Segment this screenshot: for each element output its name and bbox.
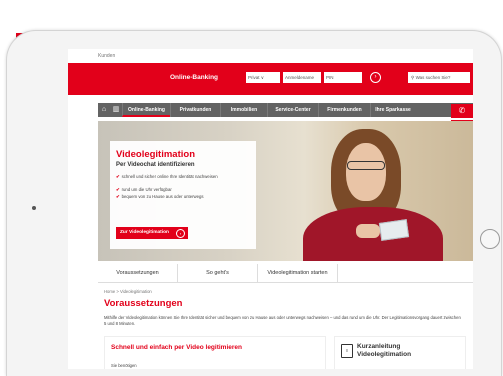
tab-voraussetzungen[interactable]: Voraussetzungen bbox=[98, 264, 178, 282]
header-bar: Online-Banking Privat ∨ Anmeldename PIN … bbox=[68, 63, 473, 95]
tablet-screen: Kunden Online-Banking Privat ∨ Anmeldena… bbox=[68, 49, 473, 369]
search-placeholder: Was suchen Sie? bbox=[415, 75, 451, 80]
hero-title: Videolegitimation bbox=[116, 149, 196, 160]
card-subtitle: Sie benötigen bbox=[111, 363, 137, 368]
top-strip: Kunden bbox=[68, 49, 473, 63]
hero-bullet: ✔ schnell und sicher online Ihre Identitä… bbox=[116, 174, 218, 179]
login-button[interactable]: › bbox=[370, 72, 381, 83]
online-banking-label: Online-Banking bbox=[170, 74, 219, 81]
grid-menu-icon[interactable]: ▥ bbox=[111, 103, 121, 117]
pin-input[interactable]: PIN bbox=[324, 72, 362, 83]
tab-so-gehts[interactable]: So geht's bbox=[178, 264, 258, 282]
guide-title-line1: Kurzanleitung bbox=[357, 343, 401, 350]
videolegitimation-cta-button[interactable]: Zur Videolegitimation › bbox=[116, 227, 188, 239]
tablet-home-button[interactable] bbox=[480, 229, 500, 249]
hero-subtitle: Per Videochat identifizieren bbox=[116, 162, 195, 168]
hero-banner: Videolegitimation Per Videochat identifi… bbox=[98, 121, 473, 261]
nav-item-firmenkunden[interactable]: Firmenkunden bbox=[318, 103, 370, 117]
main-nav: ⌂ ▥ Online-Banking Privatkunden Immobili… bbox=[98, 103, 473, 117]
card-title: Schnell und einfach per Video legitimier… bbox=[111, 344, 242, 351]
hero-bullet: ✔ bequem von zu Hause aus oder unterwegs bbox=[116, 194, 204, 199]
section-title: Voraussetzungen bbox=[104, 298, 183, 309]
search-input[interactable]: ⚲ Was suchen Sie? bbox=[408, 72, 470, 83]
arrow-right-icon: › bbox=[176, 229, 185, 238]
quick-guide-card[interactable]: ≡ Kurzanleitung Videolegitimation bbox=[334, 336, 466, 369]
guide-title-line2: Videolegitimation bbox=[357, 351, 412, 358]
phone-icon[interactable]: ✆ bbox=[451, 104, 473, 118]
hero-photo-face bbox=[346, 143, 386, 201]
nav-item-ihre-sparkasse[interactable]: Ihre Sparkasse bbox=[370, 103, 415, 117]
hero-text-box: Videolegitimation Per Videochat identifi… bbox=[110, 141, 256, 249]
document-icon: ≡ bbox=[341, 344, 353, 358]
nav-item-privatkunden[interactable]: Privatkunden bbox=[170, 103, 220, 117]
tablet-camera bbox=[32, 206, 36, 210]
hero-photo-hand bbox=[356, 224, 380, 238]
check-icon: ✔ bbox=[116, 174, 120, 179]
nav-item-online-banking[interactable]: Online-Banking bbox=[122, 103, 170, 117]
content-tabs: Voraussetzungen So geht's Videolegitimat… bbox=[98, 264, 473, 283]
breadcrumb[interactable]: Home > Videolegitimation bbox=[104, 289, 152, 294]
section-text: Mithilfe der Videolegitimation können Si… bbox=[104, 315, 461, 326]
home-icon[interactable]: ⌂ bbox=[98, 103, 110, 117]
nav-item-service-center[interactable]: Service-Center bbox=[267, 103, 318, 117]
username-input[interactable]: Anmeldename bbox=[283, 72, 321, 83]
check-icon: ✔ bbox=[116, 194, 120, 199]
info-card: Schnell und einfach per Video legitimier… bbox=[104, 336, 326, 369]
account-type-select[interactable]: Privat ∨ bbox=[246, 72, 280, 83]
search-icon: ⚲ bbox=[411, 75, 415, 80]
check-icon: ✔ bbox=[116, 187, 120, 192]
hero-photo-glasses bbox=[347, 161, 385, 170]
nav-item-immobilien[interactable]: Immobilien bbox=[220, 103, 267, 117]
cta-label: Zur Videolegitimation bbox=[120, 230, 169, 235]
hero-photo-id-card bbox=[378, 219, 410, 241]
tab-videolegitimation-starten[interactable]: Videolegitimation starten bbox=[258, 264, 338, 282]
top-strip-label: Kunden bbox=[98, 53, 116, 59]
hero-bullet: ✔ rund um die Uhr verfügbar bbox=[116, 187, 172, 192]
